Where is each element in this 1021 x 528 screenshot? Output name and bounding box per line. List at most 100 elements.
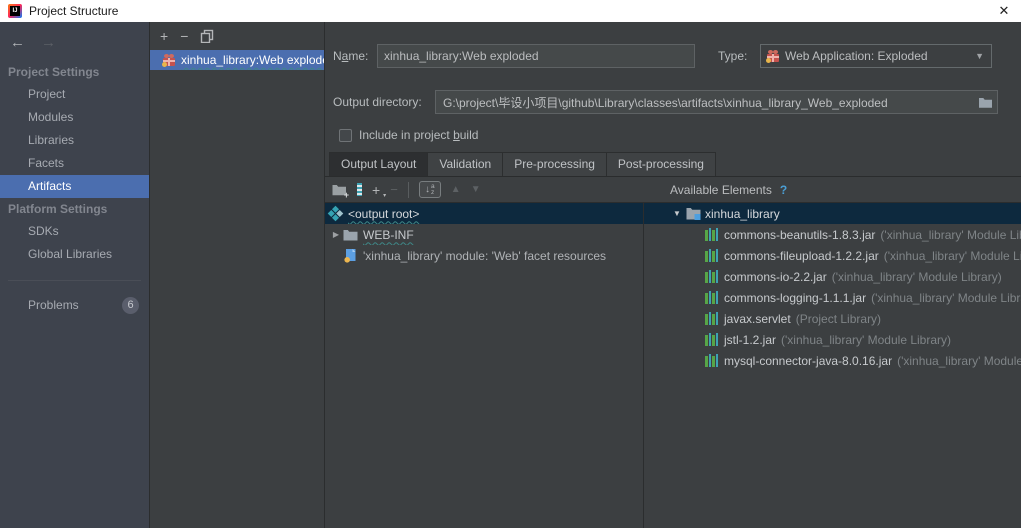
available-elements-tree: ▼ xinhua_library commons-beanutils-1.8.3… xyxy=(644,203,1021,528)
available-item-6[interactable]: mysql-connector-java-8.0.16.jar ('xinhua… xyxy=(644,350,1021,371)
available-item-3[interactable]: commons-logging-1.1.1.jar ('xinhua_libra… xyxy=(644,287,1021,308)
sidebar-item-problems[interactable]: Problems 6 xyxy=(0,293,149,317)
back-icon[interactable]: ← xyxy=(10,34,25,51)
available-item-2[interactable]: commons-io-2.2.jar ('xinhua_library' Mod… xyxy=(644,266,1021,287)
output-directory-field[interactable]: G:\project\毕设小项目\github\Library\classes\… xyxy=(435,90,998,114)
sidebar-item-libraries[interactable]: Libraries xyxy=(0,129,149,152)
tree-row-web-inf[interactable]: ▶ WEB-INF xyxy=(325,224,643,245)
output-root-label: <output root> xyxy=(348,206,420,221)
sidebar-item-artifacts[interactable]: Artifacts xyxy=(0,175,149,198)
jar-detail: ('xinhua_library' Module Library) xyxy=(897,353,1021,368)
intellij-logo-icon: IJ xyxy=(8,4,22,18)
combo-arrow-icon: ▼ xyxy=(975,51,984,61)
artifact-editor: Name: Type: Web Application: Exploded ▼ … xyxy=(325,22,1021,528)
artifact-item-label: xinhua_library:Web exploded xyxy=(181,53,324,67)
library-icon xyxy=(705,312,718,325)
browse-folder-icon[interactable] xyxy=(978,96,993,109)
tree-row-output-root[interactable]: <output root> xyxy=(325,203,643,224)
artifact-name-input[interactable] xyxy=(377,44,695,68)
problems-label: Problems xyxy=(28,298,79,312)
module-root-label: xinhua_library xyxy=(705,206,780,221)
tab-validation[interactable]: Validation xyxy=(428,152,504,176)
output-root-icon xyxy=(327,205,344,222)
layout-toolbar: + + ▾ − ↓ az ▲ ▼ Available Elements ? xyxy=(325,177,1021,203)
library-icon xyxy=(705,291,718,304)
library-icon xyxy=(705,354,718,367)
toolbar-separator xyxy=(407,181,409,198)
output-directory-value: G:\project\毕设小项目\github\Library\classes\… xyxy=(443,95,888,110)
tree-row-facet-resources[interactable]: 'xinhua_library' module: 'Web' facet res… xyxy=(325,245,643,266)
artifacts-toolbar: + − xyxy=(150,22,324,50)
settings-sidebar: ← → Project Settings Project Modules Lib… xyxy=(0,22,150,528)
library-icon xyxy=(705,333,718,346)
create-archive-icon[interactable] xyxy=(357,183,362,196)
sidebar-divider xyxy=(8,280,141,281)
artifacts-list-panel: + − xinhua_library:Web exploded xyxy=(150,22,325,528)
close-icon[interactable]: ✕ xyxy=(995,2,1013,20)
available-elements-header: Available Elements ? xyxy=(670,177,787,203)
library-icon xyxy=(705,249,718,262)
tab-post-processing[interactable]: Post-processing xyxy=(606,152,716,176)
jar-detail: ('xinhua_library' Module Library) xyxy=(831,269,1002,284)
forward-icon: → xyxy=(41,34,56,51)
remove-artifact-icon[interactable]: − xyxy=(180,29,188,43)
jar-name: jstl-1.2.jar xyxy=(724,332,777,347)
problems-count-badge: 6 xyxy=(122,296,139,314)
include-in-build-checkbox[interactable] xyxy=(339,128,352,142)
section-project-settings: Project Settings xyxy=(8,65,100,79)
sidebar-item-modules[interactable]: Modules xyxy=(0,106,149,129)
facet-resources-label: 'xinhua_library' module: 'Web' facet res… xyxy=(363,248,607,263)
include-in-build-label: Include in project build xyxy=(359,128,479,142)
jar-name: commons-io-2.2.jar xyxy=(724,269,827,284)
project-structure-dialog: IJ Project Structure ✕ ← → Project Setti… xyxy=(0,0,1021,528)
jar-name: commons-logging-1.1.1.jar xyxy=(724,290,867,305)
jar-detail: ('xinhua_library' Module Library) xyxy=(880,227,1021,242)
available-item-1[interactable]: commons-fileupload-1.2.2.jar ('xinhua_li… xyxy=(644,245,1021,266)
jar-name: mysql-connector-java-8.0.16.jar xyxy=(724,353,893,368)
jar-detail: ('xinhua_library' Module Library) xyxy=(781,332,952,347)
artifact-type-gift-icon xyxy=(766,49,780,63)
artifact-type-value: Web Application: Exploded xyxy=(785,49,928,63)
web-inf-label: WEB-INF xyxy=(363,227,414,242)
move-up-icon: ▲ xyxy=(450,184,461,195)
jar-name: commons-beanutils-1.8.3.jar xyxy=(724,227,876,242)
sidebar-item-facets[interactable]: Facets xyxy=(0,152,149,175)
jar-detail: (Project Library) xyxy=(795,311,882,326)
tab-pre-processing[interactable]: Pre-processing xyxy=(503,152,607,176)
jar-name: javax.servlet xyxy=(724,311,791,326)
available-item-4[interactable]: javax.servlet (Project Library) xyxy=(644,308,1021,329)
artifact-list-item[interactable]: xinhua_library:Web exploded xyxy=(150,50,324,70)
available-elements-label: Available Elements xyxy=(670,183,772,197)
add-artifact-icon[interactable]: + xyxy=(160,29,168,43)
sort-elements-icon[interactable]: ↓ az xyxy=(418,181,441,198)
jar-detail: ('xinhua_library' Module Library) xyxy=(871,290,1021,305)
sidebar-item-global-libraries[interactable]: Global Libraries xyxy=(0,243,149,266)
folder-icon xyxy=(343,229,358,240)
new-folder-icon[interactable]: + xyxy=(331,183,349,200)
section-platform-settings: Platform Settings xyxy=(8,202,108,216)
artifact-gift-icon xyxy=(162,53,176,67)
add-element-icon[interactable]: + ▾ xyxy=(372,183,386,199)
output-layout-tree: <output root> ▶ WEB-INF 'xinhua_library'… xyxy=(325,203,643,528)
tree-row-module-root[interactable]: ▼ xinhua_library xyxy=(644,203,1021,224)
available-item-0[interactable]: commons-beanutils-1.8.3.jar ('xinhua_lib… xyxy=(644,224,1021,245)
chevron-down-icon[interactable]: ▼ xyxy=(672,209,682,218)
editor-tabs: Output Layout Validation Pre-processing … xyxy=(325,152,1021,177)
sidebar-item-sdks[interactable]: SDKs xyxy=(0,220,149,243)
artifact-type-select[interactable]: Web Application: Exploded ▼ xyxy=(760,44,992,68)
move-down-icon: ▼ xyxy=(470,184,481,195)
jar-detail: ('xinhua_library' Module Library) xyxy=(883,248,1021,263)
sidebar-item-project[interactable]: Project xyxy=(0,83,149,106)
module-icon xyxy=(686,207,701,220)
tab-output-layout[interactable]: Output Layout xyxy=(329,152,429,176)
copy-artifact-icon[interactable] xyxy=(200,29,214,43)
available-item-5[interactable]: jstl-1.2.jar ('xinhua_library' Module Li… xyxy=(644,329,1021,350)
type-label: Type: xyxy=(718,49,748,63)
help-icon[interactable]: ? xyxy=(780,183,787,197)
name-label: Name: xyxy=(333,49,369,63)
jar-name: commons-fileupload-1.2.2.jar xyxy=(724,248,879,263)
library-icon xyxy=(705,228,718,241)
chevron-right-icon[interactable]: ▶ xyxy=(331,230,341,239)
remove-element-icon: − xyxy=(390,182,398,197)
title-bar: IJ Project Structure ✕ xyxy=(0,0,1021,22)
